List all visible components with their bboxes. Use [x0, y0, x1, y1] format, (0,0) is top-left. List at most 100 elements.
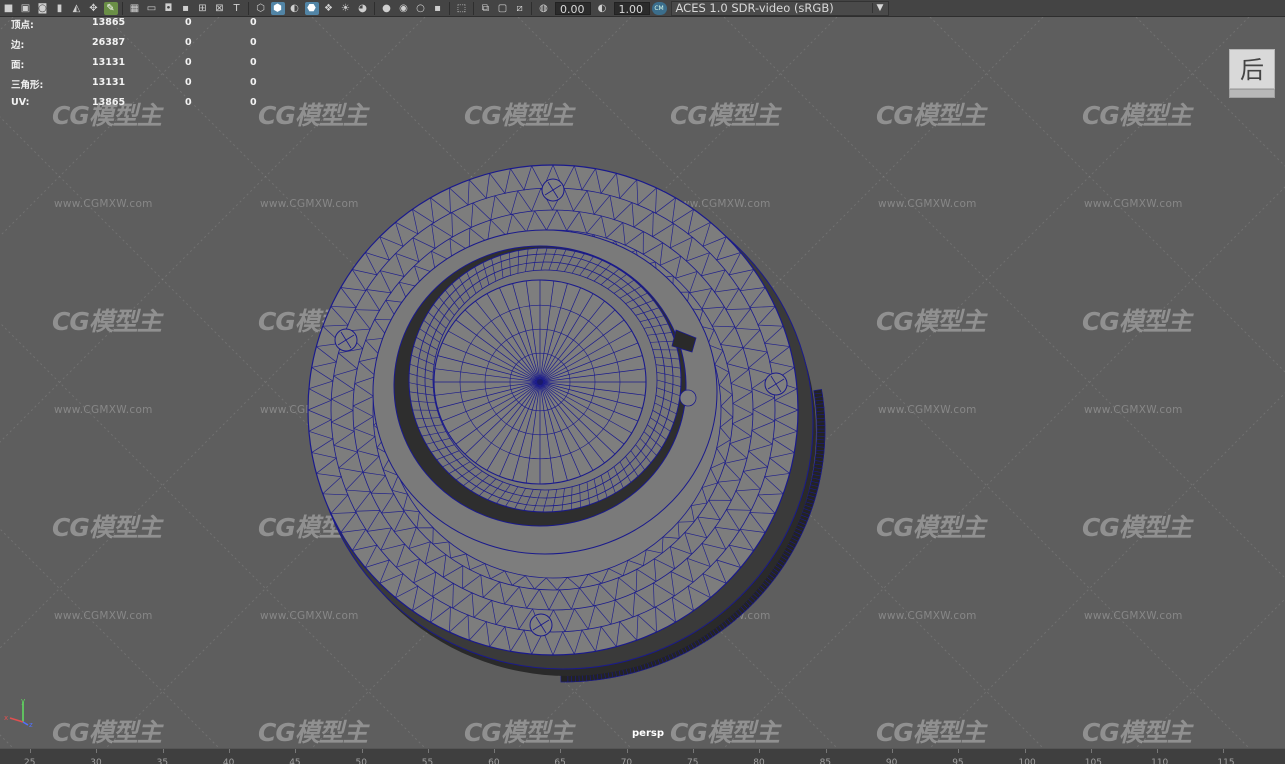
xray-icon[interactable]: ❖: [322, 2, 336, 15]
default-material-icon[interactable]: ◐: [288, 2, 302, 15]
timeline-tick-label: 70: [620, 758, 633, 764]
image-plane-icon[interactable]: ◭: [70, 2, 84, 15]
hud-value-selected-2: 0: [250, 17, 257, 28]
view-cube[interactable]: 后: [1226, 46, 1278, 101]
toolbar-separator: [374, 1, 375, 15]
two-d-pan-icon[interactable]: ✥: [87, 2, 101, 15]
toolbar-separator: [248, 1, 249, 15]
timeline-tick: [361, 749, 363, 753]
ambient-occlusion-icon[interactable]: ●: [380, 2, 394, 15]
isolate-select-icon[interactable]: ⬚: [455, 2, 469, 15]
timeline-tick: [96, 749, 98, 753]
safe-action-icon[interactable]: ⊠: [213, 2, 227, 15]
hud-value-total: 26387: [92, 37, 126, 48]
perspective-viewport[interactable]: CG模型主 CG模型主 CG模型主 CG模型主 CG模型主 CG模型主 CG模型主 CG模型主…: [0, 0, 1285, 764]
timeline-tick: [494, 749, 496, 753]
view-cube-face[interactable]: 后: [1229, 49, 1275, 89]
timeline-tick: [626, 749, 628, 753]
film-gate-icon[interactable]: ▭: [145, 2, 159, 15]
shadows-icon[interactable]: ◕: [356, 2, 370, 15]
timeline-tick-label: 95: [952, 758, 964, 764]
hud-value-selected-2: 0: [250, 57, 257, 68]
grid-icon[interactable]: ▦: [128, 2, 142, 15]
field-chart-icon[interactable]: ⊞: [196, 2, 210, 15]
exposure-field[interactable]: 0.00: [555, 1, 591, 16]
hud-value-selected: 0: [185, 77, 192, 88]
timeline-tick: [1024, 749, 1026, 753]
gamma-icon[interactable]: ◐: [595, 2, 609, 15]
timeline-tick: [825, 749, 827, 753]
motion-blur-icon[interactable]: ◉: [397, 2, 411, 15]
timeline-tick: [958, 749, 960, 753]
timeline-tick-label: 80: [753, 758, 765, 764]
hud-value-selected: 0: [185, 57, 192, 68]
hud-value-selected-2: 0: [250, 97, 257, 108]
timeline-tick-label: 45: [289, 758, 301, 764]
gamma-field[interactable]: 1.00: [613, 1, 650, 16]
hud-row: 面: 13131 0 0: [11, 57, 271, 77]
timeline-tick-label: 55: [421, 758, 434, 764]
wireframe-on-shaded-icon[interactable]: ⬣: [304, 1, 319, 15]
xray-active-icon[interactable]: ▢: [496, 2, 510, 15]
hud-value-total: 13131: [92, 57, 126, 68]
use-lights-icon[interactable]: ☀: [339, 2, 353, 15]
timeline-tick-label: 85: [819, 758, 832, 764]
axis-y-label: y: [21, 698, 25, 705]
select-camera-icon[interactable]: ⧄: [513, 2, 527, 15]
hud-value-selected-2: 0: [250, 77, 257, 88]
exposure-icon[interactable]: ◍: [537, 2, 551, 15]
timeline-tick: [30, 749, 31, 753]
toolbar-separator: [531, 1, 532, 15]
timeline-tick-label: 90: [885, 758, 898, 764]
color-management-icon[interactable]: CM: [651, 1, 667, 15]
timeline-tick: [560, 749, 562, 753]
smooth-shade-icon[interactable]: ⬢: [270, 1, 285, 15]
axis-indicator: y x z: [4, 698, 33, 728]
camera-icon[interactable]: ■: [2, 2, 16, 15]
camera-settings-icon[interactable]: ◙: [36, 2, 50, 15]
timeline-tick-label: 30: [90, 758, 102, 764]
xray-joints-icon[interactable]: ⧉: [479, 2, 493, 15]
hud-value-selected-2: 0: [250, 37, 257, 48]
timeline-tick-label: 110: [1151, 758, 1169, 764]
timeline-tick-label: 105: [1084, 758, 1102, 764]
toolbar-separator: [122, 1, 123, 15]
chevron-down-icon[interactable]: ▼: [871, 3, 888, 13]
toolbar-separator: [449, 1, 450, 15]
timeline-tick: [1157, 749, 1159, 753]
hud-value-total: 13865: [92, 17, 126, 28]
hud-row: 顶点: 13865 0 0: [11, 17, 271, 37]
hud-row: 边: 26387 0 0: [11, 37, 271, 57]
timeline-tick-label: 25: [24, 758, 36, 764]
gate-mask-icon[interactable]: ▪: [179, 2, 193, 15]
anti-alias-icon[interactable]: ○: [414, 2, 428, 15]
hud-value-total: 13131: [92, 77, 126, 88]
hud-row: UV: 13865 0 0: [11, 97, 271, 117]
timeline-tick-label: 60: [488, 758, 500, 764]
toolbar-separator: [473, 1, 474, 15]
timeline-tick: [162, 749, 164, 753]
time-slider[interactable]: 25 30 35 40 45 50 55 60 65 70 75 80 85 90 95 100 105 110 1…: [0, 748, 1285, 764]
camera-attr-icon[interactable]: ▣: [19, 2, 33, 15]
timeline-tick: [1223, 749, 1225, 753]
timeline-tick-label: 40: [222, 758, 235, 764]
view-cube-edge[interactable]: [1229, 89, 1275, 98]
view-transform-label: ACES 1.0 SDR-video (sRGB): [675, 1, 834, 15]
hud-label: UV:: [11, 97, 30, 108]
timeline-tick-label: 75: [687, 758, 699, 764]
safe-title-icon[interactable]: T: [230, 2, 244, 15]
grease-pencil-icon[interactable]: ✎: [103, 1, 118, 15]
depth-of-field-icon[interactable]: ▪: [431, 2, 445, 15]
camera-name-label: persp: [632, 728, 664, 739]
wireframe-icon[interactable]: ⬡: [254, 2, 268, 15]
view-transform-dropdown[interactable]: ACES 1.0 SDR-video (sRGB) ▼: [670, 0, 889, 16]
bookmark-icon[interactable]: ▮: [53, 2, 67, 15]
resolution-gate-icon[interactable]: ◘: [162, 2, 176, 15]
timeline-tick: [295, 749, 297, 753]
viewport-toolbar: ■ ▣ ◙ ▮ ◭ ✥ ✎ ▦ ▭ ◘ ▪ ⊞ ⊠ T ⬡ ⬢ ◐ ⬣ ❖ ☀ …: [0, 0, 1285, 17]
timeline-tick: [427, 749, 429, 753]
mount-pin: [679, 389, 697, 407]
timeline-tick-label: 100: [1018, 758, 1036, 764]
hud-value-selected: 0: [185, 97, 192, 108]
hud-row: 三角形: 13131 0 0: [11, 77, 271, 97]
